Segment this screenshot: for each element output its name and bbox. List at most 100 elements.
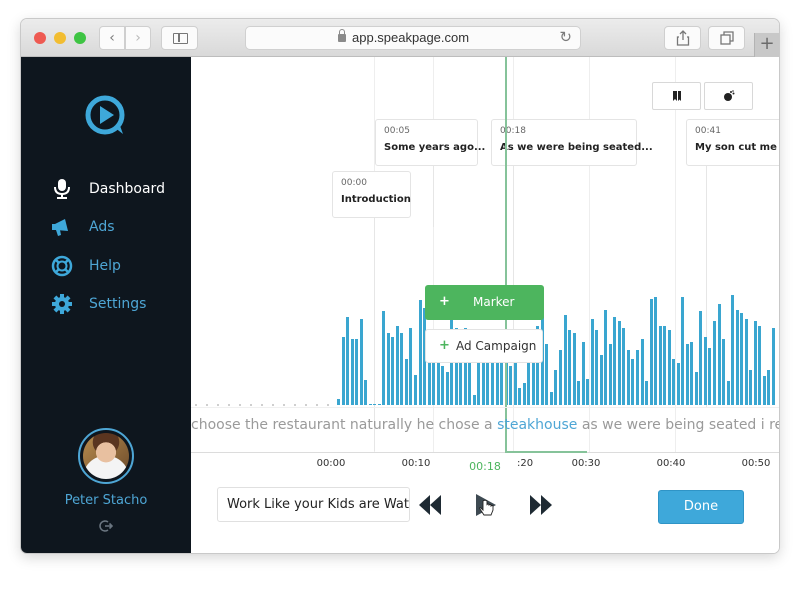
waveform-bar (577, 381, 581, 405)
waveform-silence-dot (305, 404, 307, 406)
waveform-bar (717, 304, 721, 405)
waveform-bar (604, 310, 608, 405)
done-button[interactable]: Done (658, 490, 744, 524)
rewind-button[interactable] (416, 493, 446, 517)
transcript[interactable]: choose the restaurant naturally he chose… (191, 417, 779, 441)
waveform-bar (445, 372, 449, 405)
waveform-bar (400, 333, 404, 405)
sidebar-item-label: Dashboard (89, 181, 165, 197)
add-ad-campaign-label: Ad Campaign (456, 339, 537, 353)
new-tab-button[interactable]: + (754, 33, 779, 57)
sidebar-icon (173, 33, 188, 44)
waveform-bar (640, 339, 644, 405)
reload-icon[interactable]: ↻ (559, 28, 572, 46)
waveform-bar (377, 404, 381, 405)
waveform-bar (337, 399, 340, 405)
sidebar-item-help[interactable]: Help (51, 254, 191, 278)
waveform-bar (346, 317, 350, 405)
waveform-silence-dot (283, 404, 285, 406)
waveform-bar (341, 337, 345, 405)
fast-forward-button[interactable] (525, 493, 555, 517)
waveform-silence-dot (195, 404, 197, 406)
waveform-bar (599, 355, 603, 405)
waveform-bar (622, 328, 626, 405)
share-icon (676, 30, 689, 46)
url-text[interactable]: app.speakpage.com (352, 30, 469, 45)
waveform-bar (694, 372, 698, 405)
waveform-bar (558, 350, 562, 405)
waveform-bar (518, 388, 522, 405)
waveform-bar (350, 339, 354, 405)
logout-icon[interactable] (99, 519, 113, 533)
back-button[interactable]: ‹ (99, 26, 125, 50)
sidebar-item-label: Settings (89, 296, 147, 312)
timeline-tick: 00:50 (741, 458, 771, 469)
transcript-before: choose the restaurant naturally he chose… (191, 417, 498, 433)
waveform-bar (549, 392, 553, 405)
waveform-bar (368, 404, 372, 405)
waveform-bar (608, 344, 612, 405)
timeline-tick: 00:00 (316, 458, 346, 469)
waveform-bar (613, 317, 617, 405)
waveform-bar (672, 359, 676, 405)
waveform-bar (590, 319, 594, 405)
transcript-after: as we were being seated i reco (577, 417, 779, 433)
avatar[interactable] (78, 428, 134, 484)
add-ad-campaign-button[interactable]: + Ad Campaign (425, 329, 543, 363)
waveform-bar (685, 344, 689, 405)
plus-icon: + (439, 338, 450, 353)
add-marker-label: Marker (473, 295, 515, 309)
waveform-bar (771, 328, 775, 405)
timeline-track[interactable] (191, 452, 779, 453)
user-name: Peter Stacho (64, 493, 148, 508)
sidebar-item-label: Help (89, 258, 121, 274)
waveform-bar (626, 350, 630, 405)
waveform-bar (722, 339, 726, 405)
address-bar[interactable]: app.speakpage.com ↻ (245, 26, 581, 50)
waveform-bar (744, 319, 748, 405)
waveform-bar (554, 370, 558, 405)
waveform-silence-dot (206, 404, 208, 406)
plus-icon: + (439, 294, 450, 309)
waveform-silence-dot (239, 404, 241, 406)
waveform-silence-dot (228, 404, 230, 406)
add-marker-button[interactable]: + Marker (425, 285, 544, 320)
episode-title-input[interactable]: Work Like your Kids are Watc (217, 487, 410, 522)
share-button[interactable] (664, 26, 701, 50)
forward-button[interactable]: › (125, 26, 151, 50)
waveform-bar (595, 330, 599, 405)
sidebar-item-label: Ads (89, 219, 115, 235)
sidebar-item-ads[interactable]: Ads (51, 215, 191, 239)
waveform-bar (676, 363, 680, 405)
play-button[interactable] (471, 493, 501, 517)
waveform-bar (753, 321, 757, 405)
divider (191, 407, 779, 408)
sidebar-item-dashboard[interactable]: Dashboard (51, 177, 191, 201)
timeline-tick: 00:40 (656, 458, 686, 469)
playhead[interactable] (505, 57, 507, 453)
waveform-bar (617, 321, 621, 405)
show-sidebar-button[interactable] (161, 26, 198, 50)
waveform-bar (568, 330, 572, 405)
lock-icon (338, 29, 346, 42)
tabs-overview-button[interactable] (708, 26, 745, 50)
minimize-window-button[interactable] (54, 32, 66, 44)
waveform-bar (667, 330, 671, 405)
waveform-bar (631, 359, 635, 405)
transcript-current-word[interactable]: steakhouse (497, 417, 577, 433)
waveform-bar (527, 359, 531, 405)
waveform-bar (645, 381, 649, 405)
timeline-tick: 00:10 (401, 458, 431, 469)
sidebar: Dashboard Ads Help Settings Peter Stacho (21, 57, 191, 553)
fast-forward-icon (530, 495, 552, 515)
waveform-bar (681, 297, 685, 405)
waveform-bar (712, 321, 716, 405)
sidebar-item-settings[interactable]: Settings (51, 292, 191, 316)
waveform-silence-dot (272, 404, 274, 406)
maximize-window-button[interactable] (74, 32, 86, 44)
close-window-button[interactable] (34, 32, 46, 44)
waveform-silence-dot (261, 404, 263, 406)
waveform-bar (359, 319, 363, 405)
rewind-icon (419, 495, 441, 515)
tabs-icon (719, 31, 734, 45)
